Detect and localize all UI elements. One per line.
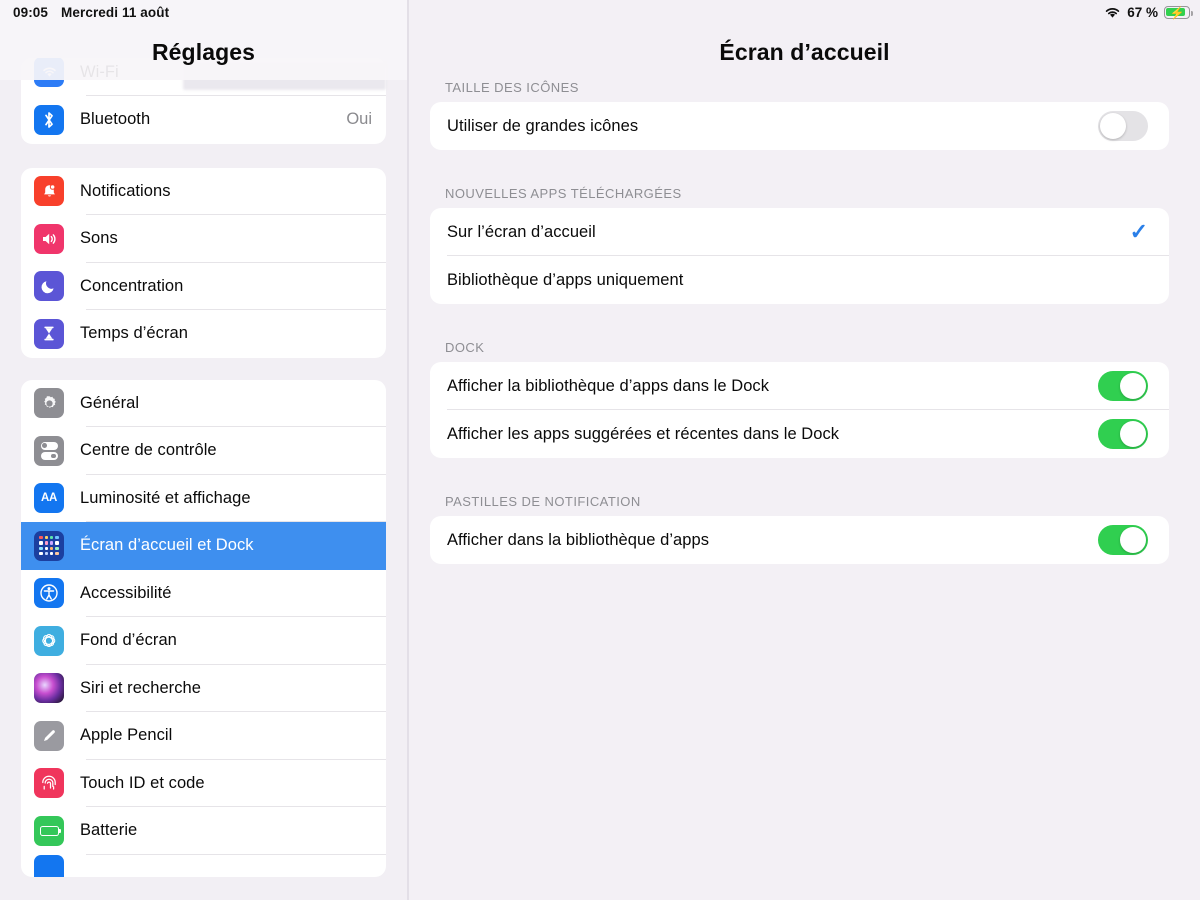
section-header: DOCK bbox=[445, 340, 485, 355]
toggle-pastilles-bibliotheque[interactable] bbox=[1098, 525, 1148, 555]
sidebar-item-label: Apple Pencil bbox=[80, 726, 173, 745]
sidebar-item-siri-et-recherche[interactable]: Siri et recherche bbox=[21, 665, 386, 712]
pencil-icon bbox=[34, 720, 64, 751]
moon-icon bbox=[34, 271, 64, 302]
section-header: NOUVELLES APPS TÉLÉCHARGÉES bbox=[445, 186, 682, 201]
section-header: TAILLE DES ICÔNES bbox=[445, 80, 579, 95]
row-afficher-bibliotheque-dock[interactable]: Afficher la bibliothèque d’apps dans le … bbox=[430, 362, 1169, 410]
status-bar-left: 09:05 Mercredi 11 août bbox=[0, 5, 169, 20]
hourglass-icon bbox=[34, 318, 64, 349]
toggle-apps-suggerees-dock[interactable] bbox=[1098, 419, 1148, 449]
row-afficher-dans-bibliotheque[interactable]: Afficher dans la bibliothèque d’apps bbox=[430, 516, 1169, 564]
home-screen-icon bbox=[34, 530, 64, 561]
checkmark-icon: ✓ bbox=[1129, 219, 1148, 244]
row-label: Afficher dans la bibliothèque d’apps bbox=[447, 530, 710, 549]
sidebar-item-value: Oui bbox=[346, 110, 372, 129]
sidebar-item-luminosite-affichage[interactable]: AA Luminosité et affichage bbox=[21, 475, 386, 522]
ipad-settings-screen: 09:05 Mercredi 11 août 67 % ⚡ Bluetooth … bbox=[0, 0, 1200, 900]
status-bar: 09:05 Mercredi 11 août 67 % ⚡ bbox=[0, 0, 1200, 24]
sidebar-group-system: Général Centre de contrôle AA Luminosité… bbox=[21, 379, 386, 877]
siri-icon bbox=[34, 673, 64, 704]
status-bar-right: 67 % ⚡ bbox=[1104, 5, 1200, 20]
sidebar-item-notifications[interactable]: Notifications bbox=[21, 168, 386, 215]
bluetooth-icon bbox=[34, 104, 64, 135]
sidebar-item-centre-de-controle[interactable]: Centre de contrôle bbox=[21, 427, 386, 475]
row-afficher-apps-suggerees-dock[interactable]: Afficher les apps suggérées et récentes … bbox=[430, 410, 1169, 458]
row-bibliotheque-apps-uniquement[interactable]: Bibliothèque d’apps uniquement bbox=[430, 256, 1169, 304]
partial-icon bbox=[34, 854, 64, 877]
sidebar-item-label: Temps d’écran bbox=[80, 324, 188, 343]
sidebar-item-general[interactable]: Général bbox=[21, 380, 386, 427]
wifi-icon bbox=[1104, 6, 1121, 19]
gear-icon bbox=[34, 388, 64, 419]
sidebar-item-label: Général bbox=[80, 393, 140, 412]
row-label: Bibliothèque d’apps uniquement bbox=[447, 270, 684, 289]
sidebar-item-label: Accessibilité bbox=[80, 583, 172, 602]
sidebar-item-label: Luminosité et affichage bbox=[80, 488, 251, 507]
sidebar-item-accessibilite[interactable]: Accessibilité bbox=[21, 570, 386, 617]
sidebar-item-label: Concentration bbox=[80, 276, 184, 295]
section-nouvelles-apps: NOUVELLES APPS TÉLÉCHARGÉES Sur l’écran … bbox=[409, 186, 1200, 304]
control-center-icon bbox=[34, 435, 64, 466]
section-card: Utiliser de grandes icônes bbox=[430, 102, 1169, 150]
sidebar-item-sons[interactable]: Sons bbox=[21, 215, 386, 263]
detail-title: Écran d’accueil bbox=[719, 39, 890, 65]
row-label: Sur l’écran d’accueil bbox=[447, 222, 596, 241]
section-card: Afficher la bibliothèque d’apps dans le … bbox=[430, 362, 1169, 458]
section-pastilles-notification: PASTILLES DE NOTIFICATION Afficher dans … bbox=[409, 494, 1200, 564]
sidebar-item-label: Batterie bbox=[80, 821, 138, 840]
sidebar-item-label: Centre de contrôle bbox=[80, 441, 217, 460]
speaker-icon bbox=[34, 223, 64, 254]
sidebar-item-concentration[interactable]: Concentration bbox=[21, 263, 386, 310]
sidebar-item-label: Siri et recherche bbox=[80, 678, 201, 697]
accessibility-icon bbox=[34, 578, 64, 609]
section-taille-des-icones: TAILLE DES ICÔNES Utiliser de grandes ic… bbox=[409, 80, 1200, 150]
sidebar-item-label: Touch ID et code bbox=[80, 773, 205, 792]
sidebar-scroll-area[interactable]: Wi-Fi Bluetooth Oui bbox=[0, 0, 407, 900]
row-utiliser-grandes-icones[interactable]: Utiliser de grandes icônes bbox=[430, 102, 1169, 150]
sidebar-item-bluetooth[interactable]: Bluetooth Oui bbox=[21, 96, 386, 144]
sidebar-item-cut-off[interactable] bbox=[21, 854, 386, 877]
page-title: Réglages bbox=[151, 39, 256, 65]
row-label: Afficher les apps suggérées et récentes … bbox=[447, 424, 840, 443]
sidebar-item-label: Notifications bbox=[80, 181, 171, 200]
display-aa-icon: AA bbox=[34, 483, 64, 514]
sidebar-item-ecran-accueil-et-dock[interactable]: Écran d’accueil et Dock bbox=[21, 522, 386, 570]
sidebar-item-touch-id-et-code[interactable]: Touch ID et code bbox=[21, 760, 386, 807]
section-card: Afficher dans la bibliothèque d’apps bbox=[430, 516, 1169, 564]
battery-percent-label: 67 % bbox=[1127, 4, 1158, 20]
bell-icon bbox=[34, 176, 64, 207]
sidebar-item-label: Fond d’écran bbox=[80, 631, 177, 650]
status-date: Mercredi 11 août bbox=[61, 4, 170, 20]
sidebar-item-fond-decran[interactable]: Fond d’écran bbox=[21, 617, 386, 665]
status-time: 09:05 bbox=[13, 4, 49, 20]
sidebar-item-label: Écran d’accueil et Dock bbox=[80, 536, 254, 555]
battery-charging-icon: ⚡ bbox=[1164, 5, 1193, 20]
row-label: Utiliser de grandes icônes bbox=[447, 116, 639, 135]
row-sur-ecran-accueil[interactable]: Sur l’écran d’accueil ✓ bbox=[430, 208, 1169, 256]
sidebar-item-label: Bluetooth bbox=[80, 110, 151, 129]
sidebar-item-label: Sons bbox=[80, 229, 118, 248]
toggle-grandes-icones[interactable] bbox=[1098, 111, 1148, 141]
section-header: PASTILLES DE NOTIFICATION bbox=[445, 494, 641, 509]
sidebar-item-temps-decran[interactable]: Temps d’écran bbox=[21, 310, 386, 358]
battery-icon bbox=[34, 815, 64, 846]
fingerprint-icon bbox=[34, 768, 64, 799]
section-dock: DOCK Afficher la bibliothèque d’apps dan… bbox=[409, 340, 1200, 458]
sidebar-group-alerts: Notifications Sons Concentration Temps d… bbox=[21, 167, 386, 358]
detail-panel: Écran d’accueil TAILLE DES ICÔNES Utilis… bbox=[409, 0, 1200, 900]
row-label: Afficher la bibliothèque d’apps dans le … bbox=[447, 376, 770, 395]
sidebar-item-apple-pencil[interactable]: Apple Pencil bbox=[21, 712, 386, 760]
settings-sidebar[interactable]: Wi-Fi Bluetooth Oui bbox=[0, 0, 407, 900]
wallpaper-icon bbox=[34, 625, 64, 656]
toggle-bibliotheque-dock[interactable] bbox=[1098, 371, 1148, 401]
section-card: Sur l’écran d’accueil ✓ Bibliothèque d’a… bbox=[430, 208, 1169, 304]
sidebar-item-batterie[interactable]: Batterie bbox=[21, 807, 386, 855]
